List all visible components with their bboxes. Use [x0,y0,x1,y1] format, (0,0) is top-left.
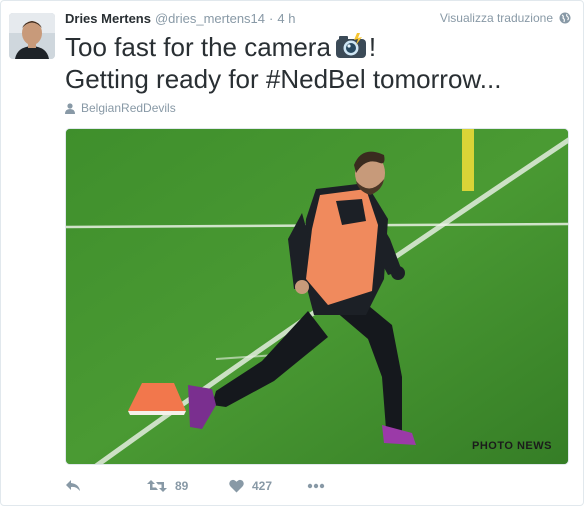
reply-button[interactable] [65,473,81,499]
tweet-text-line-2: Getting ready for #NedBel tomorrow... [65,64,502,94]
photo-watermark: PHOTO NEWS [472,440,552,452]
author-name[interactable]: Dries Mertens [65,11,151,26]
camera-with-flash-icon [335,33,366,58]
football-training-photo-icon [66,129,568,464]
more-icon [307,483,325,489]
tweet-context[interactable]: BelgianRedDevils [65,101,176,115]
reply-icon [66,480,80,491]
tweet-header: Dries Mertens @dries_mertens14 · 4 h [65,11,295,29]
avatar[interactable] [9,13,55,59]
tweet-media[interactable]: PHOTO NEWS [65,128,569,465]
separator: · [269,11,274,26]
translate-button[interactable]: Visualizza traduzione [440,11,571,25]
tweet-text-line-1: Too fast for the camera ! [65,31,575,63]
tweet-card[interactable]: Dries Mertens @dries_mertens14 · 4 h Vis… [0,0,584,506]
more-button[interactable] [307,473,325,499]
context-account-label: BelgianRedDevils [81,101,176,115]
author-handle[interactable]: @dries_mertens14 [155,11,265,26]
tweet-text-part: Too fast for the camera [65,32,331,62]
tweet-text: Too fast for the camera ! Getting ready … [65,31,575,95]
profile-photo-icon [9,13,55,59]
tweet-text-part: ! [368,32,377,62]
timestamp[interactable]: 4 h [277,11,295,26]
globe-icon [559,12,571,24]
user-icon [65,102,75,114]
retweet-count: 89 [175,479,189,493]
like-button[interactable]: 427 [229,473,272,499]
like-count: 427 [252,479,273,493]
retweet-button[interactable]: 89 [147,473,188,499]
retweet-icon [147,480,167,492]
translate-label: Visualizza traduzione [439,11,553,25]
tweet-actions: 89 427 [65,473,365,499]
heart-icon [229,479,244,493]
